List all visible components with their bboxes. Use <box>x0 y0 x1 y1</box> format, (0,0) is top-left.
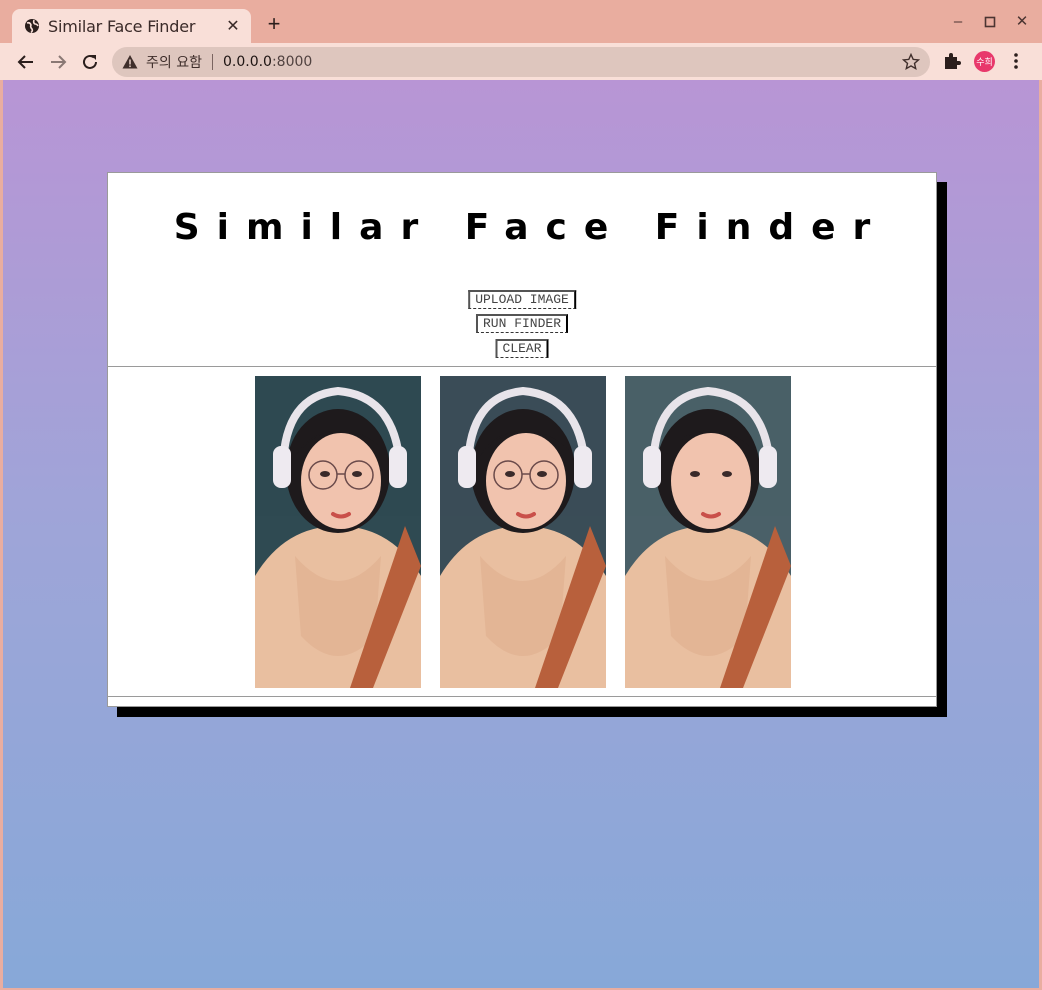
new-tab-button[interactable]: + <box>262 13 286 37</box>
clear-button[interactable]: CLEAR <box>495 339 549 358</box>
browser-titlebar: Similar Face Finder ✕ + – ✕ <box>0 0 1042 43</box>
globe-icon <box>25 19 39 34</box>
upload-image-button[interactable]: UPLOAD IMAGE <box>468 290 576 309</box>
maximize-icon[interactable] <box>978 10 1002 34</box>
page-title: Similar Face Finder <box>173 207 888 248</box>
warning-icon[interactable] <box>122 54 138 70</box>
browser-tab[interactable]: Similar Face Finder ✕ <box>12 9 251 43</box>
result-photo-2[interactable] <box>440 376 606 688</box>
reload-icon[interactable] <box>78 50 102 74</box>
forward-icon[interactable] <box>46 50 70 74</box>
bottom-divider <box>108 696 936 697</box>
minimize-icon[interactable]: – <box>946 10 970 34</box>
result-photo-3[interactable] <box>625 376 791 688</box>
results-gallery <box>108 376 936 688</box>
top-divider <box>108 366 936 367</box>
tab-close-icon[interactable]: ✕ <box>225 16 241 36</box>
result-photo-1[interactable] <box>255 376 421 688</box>
more-menu-icon[interactable] <box>1008 51 1024 71</box>
page-viewport: Similar Face Finder UPLOAD IMAGE RUN FIN… <box>3 80 1039 988</box>
url-host: 0.0.0.0 <box>222 54 272 70</box>
close-window-icon[interactable]: ✕ <box>1010 10 1034 34</box>
address-bar[interactable]: 주의 요함 0.0.0.0:8000 <box>112 47 930 77</box>
url-text[interactable]: 0.0.0.0:8000 <box>223 54 312 70</box>
tab-title: Similar Face Finder <box>48 16 196 36</box>
browser-toolbar: 주의 요함 0.0.0.0:8000 <box>0 43 1042 80</box>
address-separator <box>211 54 213 70</box>
security-warning-label[interactable]: 주의 요함 <box>146 52 202 72</box>
back-icon[interactable] <box>14 50 38 74</box>
url-port: :8000 <box>271 54 313 70</box>
run-finder-button[interactable]: RUN FINDER <box>475 314 569 333</box>
finder-card: Similar Face Finder UPLOAD IMAGE RUN FIN… <box>107 172 937 707</box>
profile-avatar[interactable]: 수희 <box>974 51 995 72</box>
bookmark-star-icon[interactable] <box>902 53 920 71</box>
extensions-puzzle-icon[interactable] <box>942 51 962 71</box>
